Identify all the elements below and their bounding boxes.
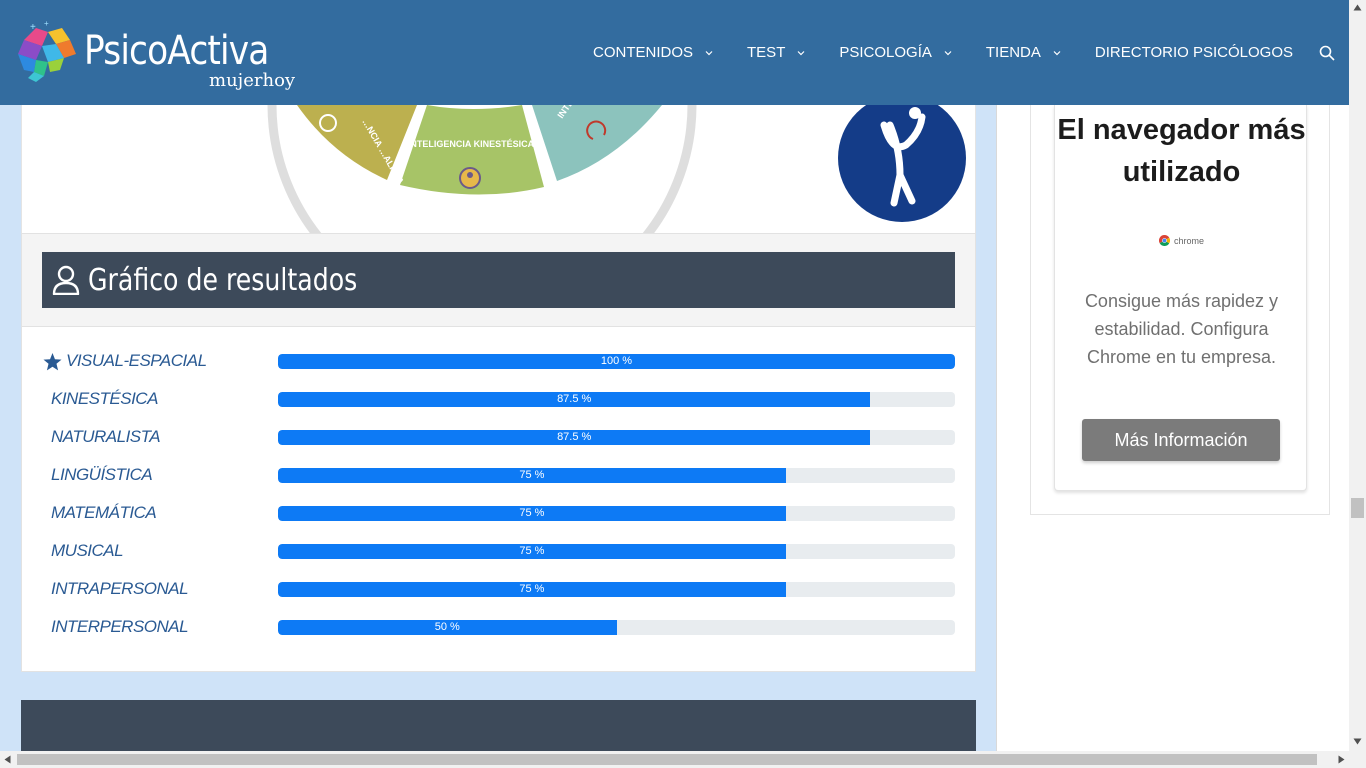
result-bar-fill: 100 % [278,354,955,369]
vertical-scroll-thumb[interactable] [1351,498,1364,518]
nav-label: TEST [747,44,786,61]
sidebar: El navegador más utilizado chrome Consig… [1030,105,1330,515]
result-row-intrapersonal: INTRAPERSONAL 75 % [22,576,975,602]
main-nav: CONTENIDOS TEST PSICOLOGÍA TIENDA DIRECT… [559,0,1335,105]
result-label: INTERPERSONAL [51,617,189,636]
ad-title: El navegador más utilizado [1057,114,1306,188]
results-header: Gráfico de resultados [42,252,955,308]
result-bar-fill: 75 % [278,468,786,483]
result-bar-fill: 75 % [278,506,786,521]
chevron-down-icon [1053,50,1061,55]
result-row-naturalista: NATURALISTA 87.5 % [22,424,975,450]
result-bar-fill: 87.5 % [278,430,871,445]
result-row-kinestesica: KINESTÉSICA 87.5 % [22,386,975,412]
ad-body: Consigue más rapidez y estabilidad. Conf… [1084,291,1279,367]
result-row-visual-espacial: VISUAL-ESPACIAL 100 % [22,348,975,374]
nav-label: DIRECTORIO PSICÓLOGOS [1094,44,1293,61]
result-label: NATURALISTA [51,427,161,446]
scroll-right-arrow-icon[interactable] [1338,755,1345,764]
chrome-icon [1159,235,1170,246]
results-chart-card: Gráfico de resultados VISUAL-ESPACIAL 10… [21,233,976,672]
vertical-scrollbar[interactable] [1349,0,1366,751]
wheel-graphic: …NCIA …ALISTA INTELIGENCIA KINESTÉSICA I… [267,105,966,233]
result-label: MUSICAL [51,541,124,560]
result-label: INTRAPERSONAL [51,579,189,598]
scroll-up-arrow-icon[interactable] [1353,4,1362,11]
intelligence-wheel-image: …NCIA …ALISTA INTELIGENCIA KINESTÉSICA I… [21,105,976,233]
nav-contenidos[interactable]: CONTENIDOS [593,44,713,61]
nav-psicologia[interactable]: PSICOLOGÍA [839,44,952,61]
result-bar-fill: 75 % [278,582,786,597]
search-icon[interactable] [1319,45,1335,61]
nav-label: PSICOLOGÍA [839,44,932,61]
result-label: KINESTÉSICA [51,389,158,408]
chevron-down-icon [797,50,805,55]
results-title: Gráfico de resultados [88,262,358,298]
nav-tienda[interactable]: TIENDA [986,44,1061,61]
star-icon [43,353,62,371]
svg-text:+: + [44,20,49,28]
result-label: MATEMÁTICA [51,503,157,522]
logo-text: PsicoActiva [84,28,269,74]
result-row-linguistica: LINGÜÍSTICA 75 % [22,462,975,488]
sidebar-ad[interactable]: El navegador más utilizado chrome Consig… [1054,105,1307,491]
ad-brand: chrome [1159,235,1204,246]
result-row-musical: MUSICAL 75 % [22,538,975,564]
chevron-down-icon [705,50,713,55]
nav-directorio-psicologos[interactable]: DIRECTORIO PSICÓLOGOS [1095,44,1293,61]
site-header: + + PsicoActiva mujerhoy CONTENIDOS TEST… [0,0,1349,105]
wheel-label-green: INTELIGENCIA KINESTÉSICA [408,139,535,149]
nav-label: TIENDA [985,44,1041,61]
user-icon [52,265,80,295]
svg-text:+: + [30,22,36,33]
result-row-matematica: MATEMÁTICA 75 % [22,500,975,526]
chevron-down-icon [944,50,952,55]
result-label: VISUAL-ESPACIAL [66,351,207,370]
site-logo[interactable]: + + PsicoActiva mujerhoy [14,14,314,94]
logo-subtitle: mujerhoy [209,70,296,91]
scroll-left-arrow-icon[interactable] [4,755,11,764]
next-section-header [21,700,976,751]
result-bar-track: 75 % [278,544,955,559]
ad-brand-label: chrome [1174,235,1205,246]
result-bar-track: 75 % [278,468,955,483]
result-bar-track: 87.5 % [278,392,955,407]
more-info-button[interactable]: Más Información [1082,419,1280,461]
result-bar-track: 100 % [278,354,955,369]
result-bar-fill: 75 % [278,544,786,559]
scroll-down-arrow-icon[interactable] [1353,738,1362,745]
brain-logo-icon: + + [18,20,76,82]
result-bar-track: 75 % [278,506,955,521]
result-row-interpersonal: INTERPERSONAL 50 % [22,614,975,640]
results-header-wrap: Gráfico de resultados [22,234,975,327]
horizontal-scroll-thumb[interactable] [17,754,1317,765]
horizontal-scrollbar[interactable] [0,751,1366,768]
column-divider [996,105,997,751]
nav-test[interactable]: TEST [747,44,805,61]
result-bar-track: 75 % [278,582,955,597]
result-bar-track: 87.5 % [278,430,955,445]
result-bar-fill: 50 % [278,620,617,635]
result-bar-fill: 87.5 % [278,392,871,407]
result-bar-track: 50 % [278,620,955,635]
result-label: LINGÜÍSTICA [51,465,153,484]
nav-label: CONTENIDOS [593,44,694,61]
